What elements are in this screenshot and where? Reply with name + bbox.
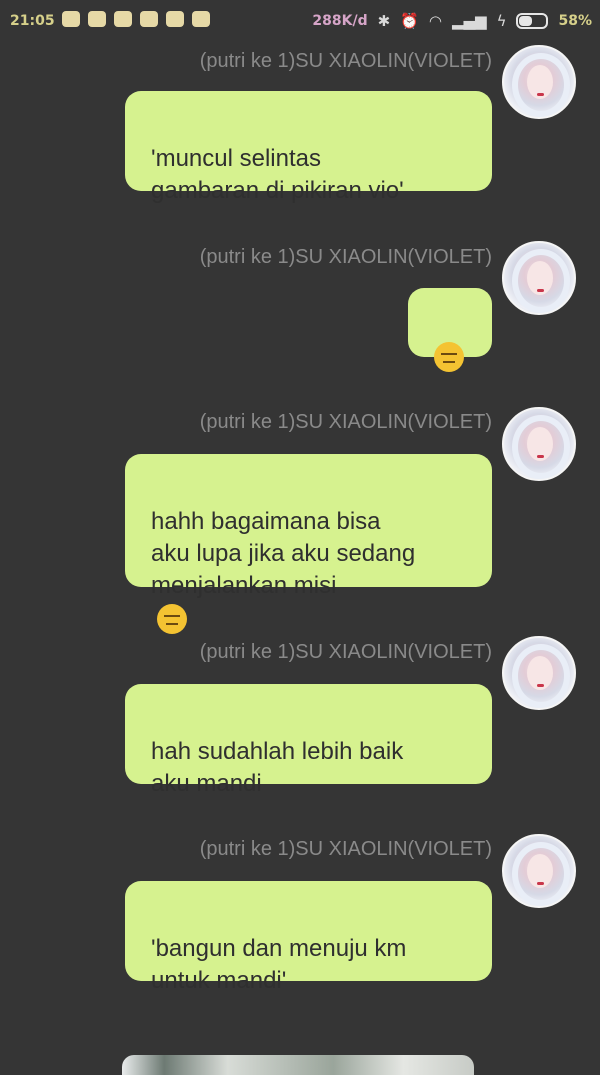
message-bubble[interactable]: 'muncul selintas gambaran di pikiran vio… xyxy=(125,91,492,204)
sender-name: (putri ke 1)SU XIAOLIN(VIOLET) xyxy=(199,246,492,268)
message-text: 'bangun dan menuju km untuk mandi' xyxy=(151,935,407,994)
message-bubble[interactable]: 'bangun dan menuju km untuk mandi' xyxy=(125,881,492,994)
avatar-lips xyxy=(537,882,544,885)
avatar[interactable] xyxy=(502,407,576,481)
message-text: hahh bagaimana bisa aku lupa jika aku se… xyxy=(151,508,416,599)
charging-icon: ϟ xyxy=(496,12,507,30)
bluetooth-icon: ✱ xyxy=(377,12,391,30)
status-right: 288K/d ✱ ⏰ ◠ ▂▄▆ ϟ 58% xyxy=(312,12,592,30)
message-text: 'muncul selintas gambaran di pikiran vio… xyxy=(151,145,404,204)
sender-name: (putri ke 1)SU XIAOLIN(VIOLET) xyxy=(199,411,492,433)
message-bubble[interactable]: hah sudahlah lebih baik aku mandi xyxy=(125,684,492,797)
battery-percent: 58% xyxy=(558,13,592,29)
network-speed: 288K/d xyxy=(312,13,368,29)
wifi-icon: ◠ xyxy=(428,12,442,30)
expressionless-face-icon xyxy=(434,341,464,372)
notification-icon xyxy=(88,11,106,27)
alarm-icon: ⏰ xyxy=(400,12,419,30)
message-text: hah sudahlah lebih baik aku mandi xyxy=(151,738,404,797)
message-bubble[interactable]: hahh bagaimana bisa aku lupa jika aku se… xyxy=(125,454,492,634)
avatar-lips xyxy=(537,93,544,96)
avatar[interactable] xyxy=(502,636,576,710)
avatar-lips xyxy=(537,455,544,458)
image-message-preview[interactable] xyxy=(122,1055,474,1075)
status-time: 21:05 xyxy=(10,13,55,29)
battery-fill xyxy=(519,16,533,26)
message-bubble[interactable] xyxy=(408,288,492,372)
notification-icons xyxy=(62,11,210,27)
sender-name: (putri ke 1)SU XIAOLIN(VIOLET) xyxy=(199,838,492,860)
battery-icon xyxy=(516,13,549,29)
sender-name: (putri ke 1)SU XIAOLIN(VIOLET) xyxy=(199,641,492,663)
sender-name: (putri ke 1)SU XIAOLIN(VIOLET) xyxy=(199,50,492,72)
avatar[interactable] xyxy=(502,45,576,119)
signal-icon: ▂▄▆ xyxy=(451,12,487,30)
notification-icon xyxy=(166,11,184,27)
avatar[interactable] xyxy=(502,834,576,908)
status-bar: 21:05 288K/d ✱ ⏰ ◠ ▂▄▆ ϟ 58% xyxy=(0,0,600,42)
avatar-lips xyxy=(537,684,544,687)
notification-icon xyxy=(62,11,80,27)
notification-icon xyxy=(192,11,210,27)
notification-icon xyxy=(140,11,158,27)
face-with-raised-eyebrow-icon xyxy=(157,603,187,634)
avatar-lips xyxy=(537,289,544,292)
notification-icon xyxy=(114,11,132,27)
avatar[interactable] xyxy=(502,241,576,315)
